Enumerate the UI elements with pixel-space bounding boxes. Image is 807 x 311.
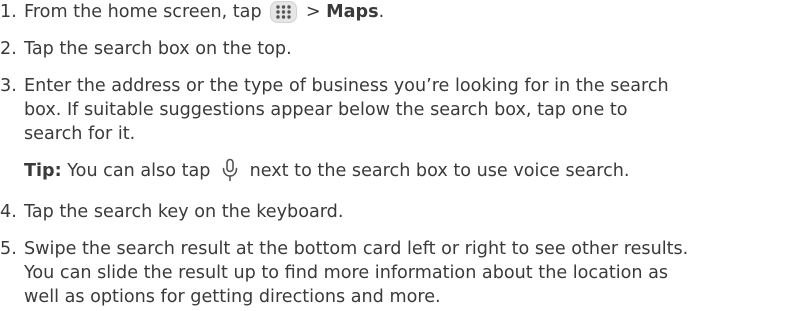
step-4: 4. Tap the search key on the keyboard. <box>0 200 800 224</box>
step-5-line: Swipe the search result at the bottom ca… <box>24 239 689 259</box>
step-5-line: well as options for getting directions a… <box>24 287 441 307</box>
step-number: 4. <box>0 202 17 222</box>
step-2: 2. Tap the search box on the top. <box>0 37 800 61</box>
step-1: 1. From the home screen, tap > Maps. <box>0 0 800 24</box>
tip-text-pre: You can also tap <box>67 161 211 181</box>
step-number: 2. <box>0 39 17 59</box>
step-3: 3. Enter the address or the type of busi… <box>0 74 800 182</box>
step-5: 5. Swipe the search result at the bottom… <box>0 237 800 309</box>
step-1-text-post: . <box>378 2 385 22</box>
step-1-separator: > <box>305 2 321 22</box>
step-3-line: Enter the address or the type of busines… <box>24 76 669 96</box>
step-3-line: search for it. <box>24 124 136 144</box>
microphone-icon <box>222 158 238 182</box>
step-1-text-pre: From the home screen, tap <box>24 2 262 22</box>
step-number: 3. <box>0 76 17 96</box>
step-number: 5. <box>0 239 17 259</box>
step-2-text: Tap the search box on the top. <box>24 39 292 59</box>
tip: Tip: You can also tap next to the search… <box>24 158 800 182</box>
maps-app-name: Maps <box>326 2 379 22</box>
step-4-text: Tap the search key on the keyboard. <box>24 202 344 222</box>
step-1-line: From the home screen, tap > Maps. <box>24 0 800 24</box>
step-5-line: You can slide the result up to find more… <box>24 263 669 283</box>
apps-grid-icon <box>270 1 298 23</box>
tip-text-post: next to the search box to use voice sear… <box>249 161 630 181</box>
step-3-line: box. If suitable suggestions appear belo… <box>24 100 628 120</box>
instruction-list: 1. From the home screen, tap > Maps. 2. … <box>0 0 807 311</box>
step-number: 1. <box>0 2 17 22</box>
tip-label: Tip: <box>24 161 62 181</box>
